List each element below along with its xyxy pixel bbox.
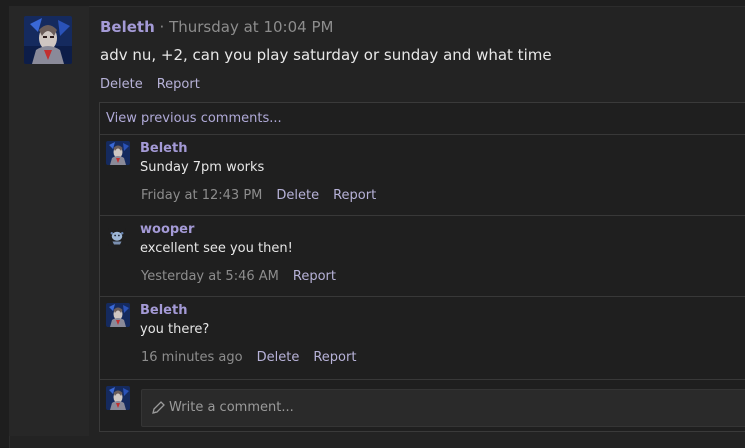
comment-author[interactable]: wooper	[140, 222, 194, 237]
comment-meta: Yesterday at 5:46 AM Report	[141, 269, 350, 284]
comment-item: Beleth you there? 16 minutes ago Delete Re…	[100, 296, 745, 379]
comment-meta: 16 minutes ago Delete Report	[141, 350, 370, 365]
comment-report-link[interactable]: Report	[333, 188, 376, 203]
comment-report-link[interactable]: Report	[293, 269, 336, 284]
post-message: adv nu, +2, can you play saturday or sun…	[100, 46, 552, 64]
post-avatar-column	[9, 6, 89, 436]
post-report-link[interactable]: Report	[157, 77, 200, 92]
comment-placeholder: Write a comment...	[169, 400, 294, 415]
wooper-avatar[interactable]	[108, 228, 126, 246]
beleth-avatar	[106, 386, 130, 410]
view-previous-comments-link[interactable]: View previous comments...	[106, 111, 282, 126]
comment-text: Sunday 7pm works	[140, 160, 265, 175]
beleth-avatar[interactable]	[24, 16, 72, 64]
header-separator: ·	[154, 18, 170, 36]
post-actions: Delete Report	[100, 77, 214, 92]
beleth-avatar[interactable]	[106, 141, 130, 165]
comment-report-link[interactable]: Report	[313, 350, 356, 365]
comment-timestamp[interactable]: 16 minutes ago	[141, 350, 243, 365]
comment-input[interactable]: Write a comment...	[141, 389, 745, 427]
pencil-icon	[150, 400, 166, 416]
comment-item: Beleth Sunday 7pm works Friday at 12:43 …	[100, 134, 745, 215]
comment-delete-link[interactable]: Delete	[276, 188, 319, 203]
beleth-avatar[interactable]	[106, 303, 130, 327]
post-author[interactable]: Beleth	[100, 18, 155, 36]
comment-delete-link[interactable]: Delete	[257, 350, 300, 365]
comment-text: you there?	[140, 322, 210, 337]
post-delete-link[interactable]: Delete	[100, 77, 143, 92]
post-timestamp[interactable]: Thursday at 10:04 PM	[169, 18, 333, 36]
comment-timestamp[interactable]: Friday at 12:43 PM	[141, 188, 262, 203]
comment-author[interactable]: Beleth	[140, 141, 187, 156]
comment-compose-row: Write a comment...	[100, 379, 745, 432]
comment-text: excellent see you then!	[140, 241, 293, 256]
comments-box: View previous comments... Beleth Sunday …	[99, 102, 745, 432]
comment-author[interactable]: Beleth	[140, 303, 187, 318]
comment-timestamp[interactable]: Yesterday at 5:46 AM	[141, 269, 279, 284]
comment-item: wooper excellent see you then! Yesterday…	[100, 215, 745, 296]
comment-meta: Friday at 12:43 PM Delete Report	[141, 188, 390, 203]
post-header: Beleth · Thursday at 10:04 PM	[100, 18, 333, 36]
